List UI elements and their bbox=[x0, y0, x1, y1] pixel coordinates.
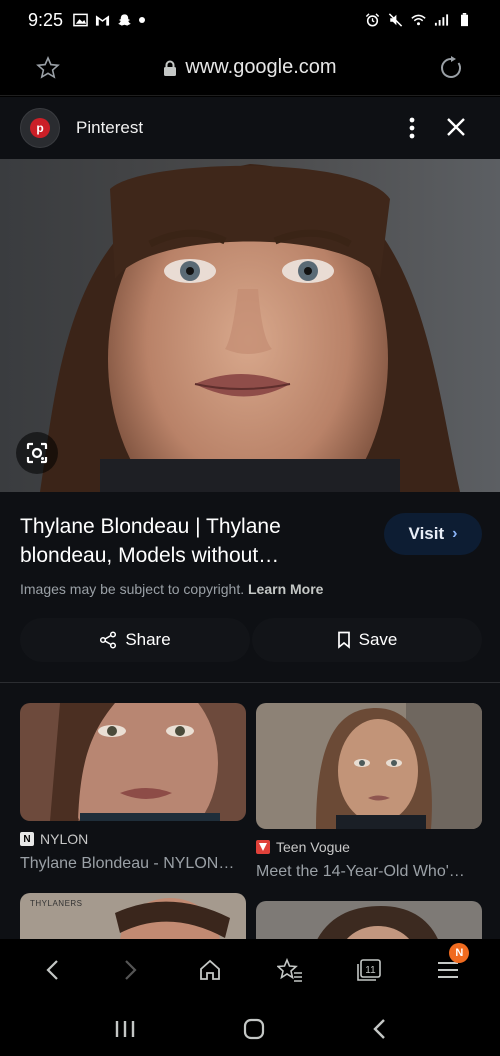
teen-vogue-logo-icon bbox=[256, 840, 270, 854]
google-lens-button[interactable] bbox=[16, 432, 58, 474]
share-button[interactable]: Share bbox=[20, 618, 250, 662]
related-caption[interactable]: Meet the 14-Year-Old Who'… bbox=[256, 863, 482, 881]
related-card[interactable] bbox=[256, 901, 482, 939]
copyright-notice: Images may be subject to copyright. Lear… bbox=[20, 581, 324, 597]
share-label: Share bbox=[125, 630, 171, 649]
notification-badge: N bbox=[449, 943, 470, 963]
thumbnail-watermark: THYLANERS bbox=[30, 899, 83, 908]
lock-icon bbox=[164, 60, 177, 76]
related-source: NYLON bbox=[40, 831, 89, 847]
tabs-icon: 11 bbox=[357, 959, 381, 981]
source-header: p Pinterest bbox=[0, 97, 500, 159]
home-button[interactable] bbox=[195, 955, 225, 985]
bookmarks-button[interactable] bbox=[275, 955, 305, 985]
browser-toolbar: 11 N bbox=[0, 939, 500, 1001]
result-title[interactable]: Thylane Blondeau | Thylane blondeau, Mod… bbox=[20, 512, 350, 570]
bookmarks-icon bbox=[276, 958, 302, 982]
bookmark-icon bbox=[337, 631, 350, 649]
related-card[interactable]: N NYLON Thylane Blondeau - NYLON… bbox=[20, 703, 246, 873]
chevron-right-icon: › bbox=[452, 525, 458, 542]
close-icon[interactable] bbox=[446, 117, 466, 137]
back-nav-icon[interactable] bbox=[372, 1018, 386, 1040]
reload-icon[interactable] bbox=[438, 55, 464, 81]
tab-count: 11 bbox=[365, 965, 376, 976]
recent-apps-icon[interactable] bbox=[114, 1019, 136, 1039]
visit-label: Visit bbox=[408, 524, 445, 543]
lens-icon bbox=[26, 442, 48, 464]
hamburger-menu-icon bbox=[438, 962, 459, 978]
system-navigation-bar bbox=[0, 1001, 500, 1056]
pinterest-avatar: p bbox=[20, 108, 60, 148]
gallery-notification-icon bbox=[73, 13, 88, 27]
learn-more-link[interactable]: Learn More bbox=[248, 581, 323, 597]
source-site-name: Pinterest bbox=[76, 118, 144, 137]
visit-button[interactable]: Visit › bbox=[384, 513, 482, 555]
more-options-icon[interactable] bbox=[408, 117, 416, 139]
portrait-image bbox=[0, 159, 500, 492]
mute-icon bbox=[388, 13, 403, 27]
share-icon bbox=[100, 631, 117, 649]
related-card[interactable]: THYLANERS bbox=[20, 893, 246, 939]
forward-button[interactable] bbox=[116, 955, 146, 985]
main-image[interactable] bbox=[0, 159, 500, 492]
related-images-grid: N NYLON Thylane Blondeau - NYLON… Teen V… bbox=[0, 683, 500, 939]
related-caption[interactable]: Thylane Blondeau - NYLON… bbox=[20, 855, 246, 873]
home-icon bbox=[200, 959, 221, 980]
menu-button[interactable]: N bbox=[433, 943, 470, 985]
battery-icon bbox=[461, 13, 468, 27]
save-label: Save bbox=[358, 630, 398, 649]
result-info-panel: Thylane Blondeau | Thylane blondeau, Mod… bbox=[0, 492, 500, 682]
signal-icon bbox=[434, 14, 449, 26]
url-text[interactable]: www.google.com bbox=[185, 56, 336, 79]
related-thumbnail[interactable]: THYLANERS bbox=[20, 893, 246, 939]
gmail-notification-icon bbox=[95, 15, 110, 26]
url-bar[interactable]: www.google.com bbox=[0, 40, 500, 96]
home-nav-icon[interactable] bbox=[243, 1018, 265, 1040]
back-button[interactable] bbox=[37, 955, 67, 985]
snapchat-notification-icon bbox=[117, 14, 132, 26]
nylon-logo-icon: N bbox=[20, 832, 34, 846]
save-button[interactable]: Save bbox=[252, 618, 482, 662]
related-thumbnail[interactable] bbox=[256, 703, 482, 829]
pinterest-logo-icon: p bbox=[30, 118, 50, 138]
alarm-icon bbox=[365, 13, 380, 27]
status-time: 9:25 bbox=[28, 9, 64, 30]
forward-arrow-icon bbox=[125, 960, 137, 980]
related-source: Teen Vogue bbox=[276, 839, 350, 855]
tabs-button[interactable]: 11 bbox=[354, 955, 384, 985]
wifi-icon bbox=[411, 14, 426, 26]
related-thumbnail[interactable] bbox=[256, 901, 482, 939]
back-arrow-icon bbox=[46, 960, 58, 980]
more-notifications-dot bbox=[139, 17, 146, 23]
bookmark-star-icon[interactable] bbox=[36, 56, 60, 80]
related-card[interactable]: Teen Vogue Meet the 14-Year-Old Who'… bbox=[256, 703, 482, 881]
related-thumbnail[interactable] bbox=[20, 703, 246, 821]
status-bar: 9:25 bbox=[0, 0, 500, 40]
